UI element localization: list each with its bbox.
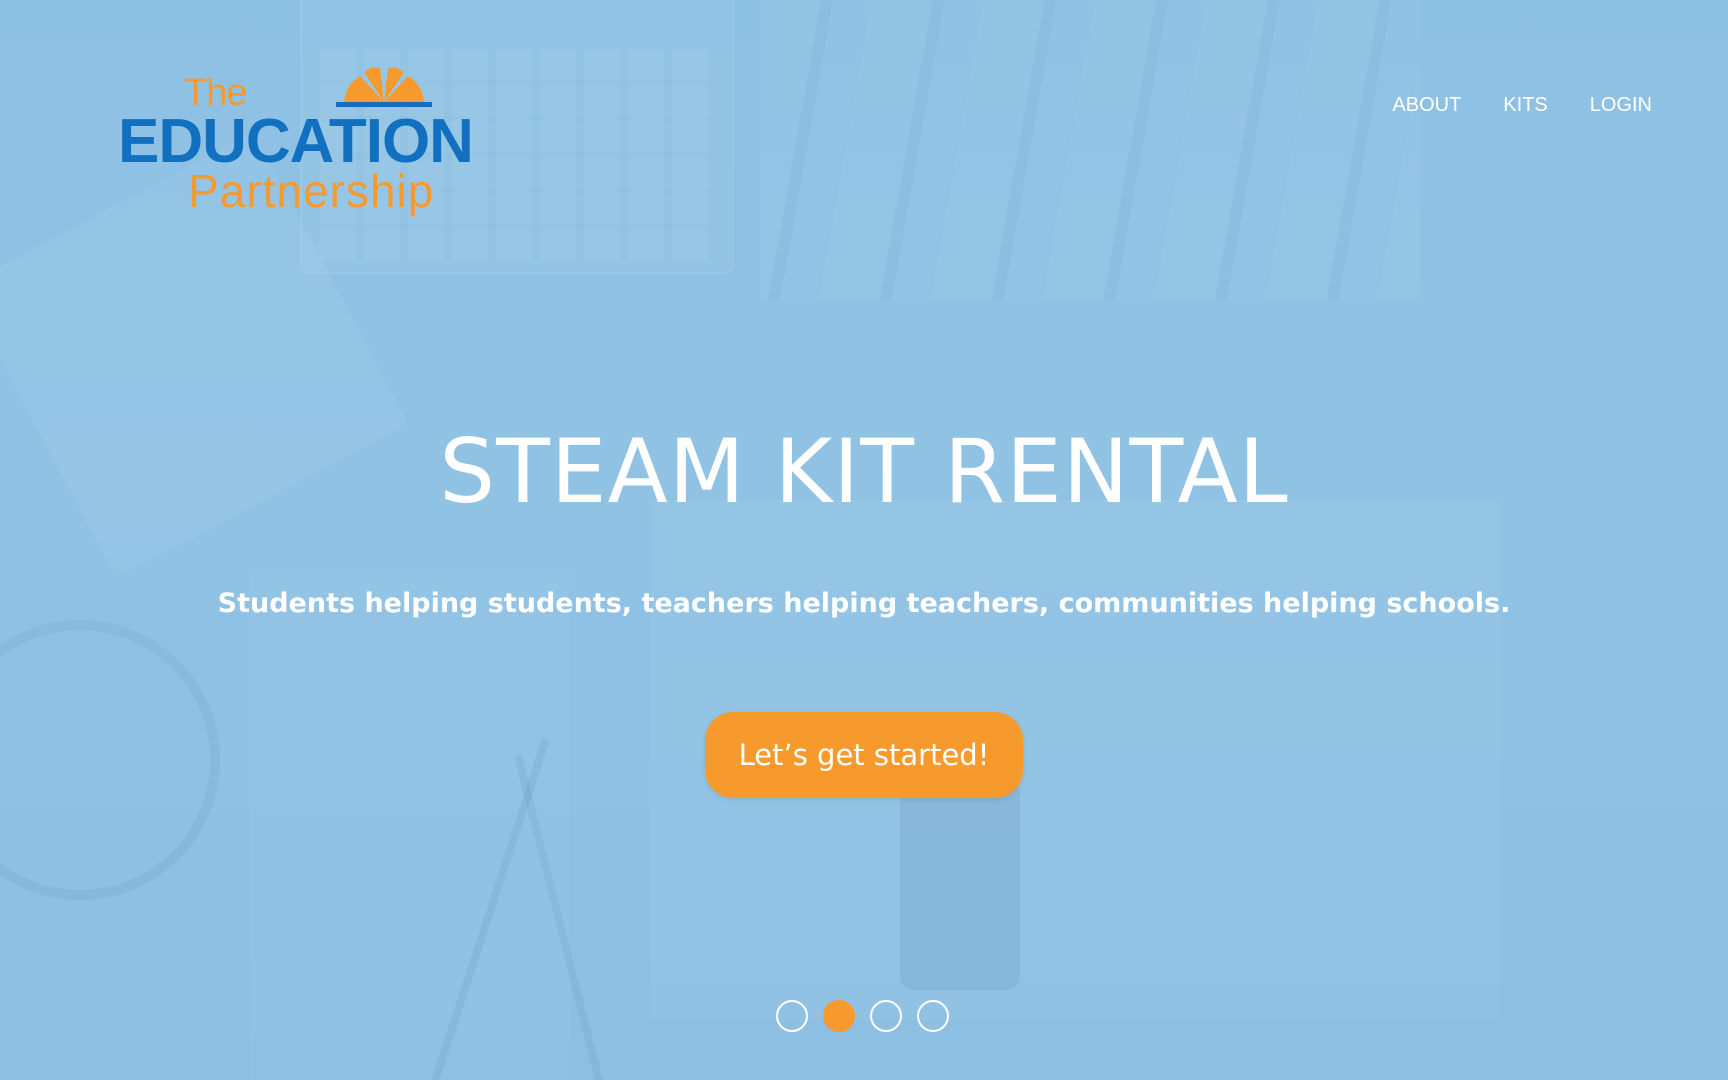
carousel-dot-1[interactable] [776, 1000, 808, 1032]
carousel-dots [776, 1000, 949, 1032]
carousel-dot-3[interactable] [870, 1000, 902, 1032]
site-logo[interactable]: The EDUCATION Partnership [118, 62, 498, 222]
hero-subtitle: Students helping students, teachers help… [217, 588, 1511, 619]
get-started-button[interactable]: Let’s get started! [705, 712, 1023, 798]
nav-about-link[interactable]: ABOUT [1392, 94, 1461, 117]
open-book-icon [336, 67, 432, 107]
logo-text-partnership: Partnership [188, 165, 435, 217]
carousel-dot-2[interactable] [823, 1000, 855, 1032]
carousel-dot-4[interactable] [917, 1000, 949, 1032]
nav-login-link[interactable]: LOGIN [1590, 94, 1652, 117]
main-nav: ABOUT KITS LOGIN [1392, 94, 1652, 117]
nav-kits-link[interactable]: KITS [1503, 94, 1547, 117]
hero-title: STEAM KIT RENTAL [439, 420, 1289, 523]
hero-section: The EDUCATION Partnership ABOUT KITS LOG… [0, 0, 1728, 1080]
